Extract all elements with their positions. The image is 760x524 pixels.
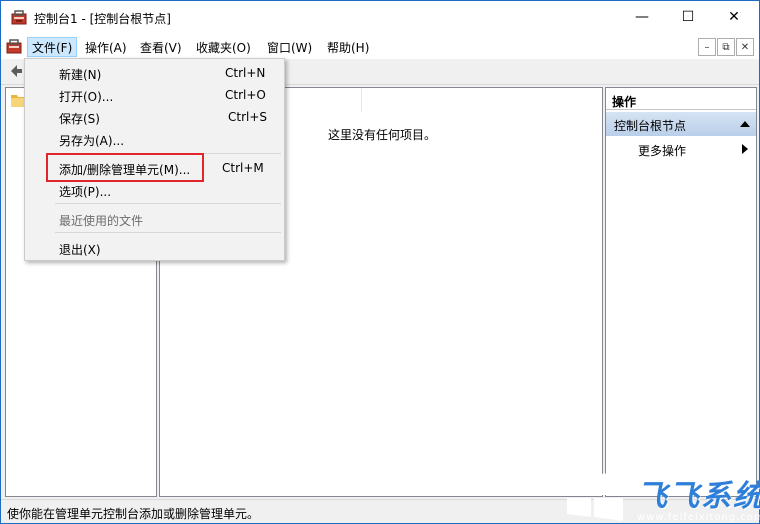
mmc-toolbox-icon: [11, 10, 27, 25]
watermark-title: 飞飞系统: [637, 479, 760, 514]
menu-item-save[interactable]: 保存(S) Ctrl+S: [26, 105, 283, 127]
menu-item-label: 打开(O)...: [59, 90, 114, 104]
menu-action[interactable]: 操作(A): [80, 37, 132, 57]
menu-favorites[interactable]: 收藏夹(O): [191, 37, 256, 57]
actions-header: 操作: [606, 88, 756, 110]
back-arrow-icon[interactable]: [9, 64, 23, 78]
collapse-icon[interactable]: [740, 121, 750, 127]
menu-item-recent-files: 最近使用的文件: [26, 207, 283, 229]
windows-logo-icon: [567, 471, 623, 521]
menu-separator: [55, 232, 281, 233]
more-actions-label: 更多操作: [638, 144, 687, 158]
menu-item-label: 新建(N): [59, 68, 102, 82]
title-bar: 控制台1 - [控制台根节点] — ☐ ✕: [1, 1, 759, 33]
actions-pane: 操作 控制台根节点 更多操作: [605, 87, 757, 497]
watermark-url: www.feifeixitong.com: [637, 512, 760, 523]
mmc-toolbox-icon[interactable]: [6, 38, 22, 54]
mdi-close-button[interactable]: ✕: [736, 38, 754, 56]
menu-view[interactable]: 查看(V): [135, 37, 187, 57]
menu-item-label: 另存为(A)...: [59, 134, 125, 148]
mdi-minimize-button[interactable]: –: [698, 38, 716, 56]
menu-help[interactable]: 帮助(H): [322, 37, 374, 57]
mmc-window: 控制台1 - [控制台根节点] — ☐ ✕ 文件(F) 操作(A) 查看(V) …: [0, 0, 760, 524]
window-title: 控制台1 - [控制台根节点]: [34, 12, 171, 26]
actions-section-root[interactable]: 控制台根节点: [606, 112, 756, 136]
menu-item-shortcut: Ctrl+N: [225, 66, 266, 80]
mdi-restore-button[interactable]: ⧉: [717, 38, 735, 56]
close-icon: ✕: [728, 9, 740, 25]
menu-item-label: 选项(P)...: [59, 185, 112, 199]
menu-bar: 文件(F) 操作(A) 查看(V) 收藏夹(O) 窗口(W) 帮助(H) – ⧉…: [1, 33, 759, 59]
menu-item-label: 保存(S): [59, 112, 100, 126]
actions-section-label: 控制台根节点: [614, 119, 687, 133]
close-icon: ✕: [740, 41, 750, 53]
menu-item-shortcut: Ctrl+O: [225, 88, 266, 102]
menu-item-new[interactable]: 新建(N) Ctrl+N: [26, 61, 283, 83]
maximize-button[interactable]: ☐: [665, 1, 711, 33]
menu-item-save-as[interactable]: 另存为(A)...: [26, 127, 283, 149]
minimize-button[interactable]: —: [619, 1, 665, 33]
menu-item-open[interactable]: 打开(O)... Ctrl+O: [26, 83, 283, 105]
more-actions-item[interactable]: 更多操作: [606, 138, 756, 160]
column-divider[interactable]: [361, 88, 362, 112]
watermark: 飞飞系统 www.feifeixitong.com: [561, 467, 760, 524]
highlight-annotation-box: [46, 153, 204, 182]
menu-window[interactable]: 窗口(W): [262, 37, 317, 57]
maximize-icon: ☐: [681, 9, 695, 25]
menu-item-exit[interactable]: 退出(X): [26, 236, 283, 258]
submenu-arrow-icon: [742, 144, 748, 154]
status-text: 使你能在管理单元控制台添加或删除管理单元。: [7, 507, 260, 521]
minimize-icon: –: [704, 41, 710, 53]
empty-message: 这里没有任何项目。: [328, 128, 437, 142]
close-button[interactable]: ✕: [711, 1, 757, 33]
menu-item-label: 最近使用的文件: [59, 214, 144, 228]
menu-item-shortcut: Ctrl+S: [228, 110, 268, 124]
menu-item-label: 退出(X): [59, 243, 101, 257]
restore-icon: ⧉: [722, 41, 730, 53]
minimize-icon: —: [635, 9, 649, 25]
file-menu-dropdown: 新建(N) Ctrl+N 打开(O)... Ctrl+O 保存(S) Ctrl+…: [24, 58, 285, 261]
menu-separator: [55, 203, 281, 204]
menu-file[interactable]: 文件(F): [27, 37, 78, 57]
menu-item-shortcut: Ctrl+M: [222, 161, 264, 175]
